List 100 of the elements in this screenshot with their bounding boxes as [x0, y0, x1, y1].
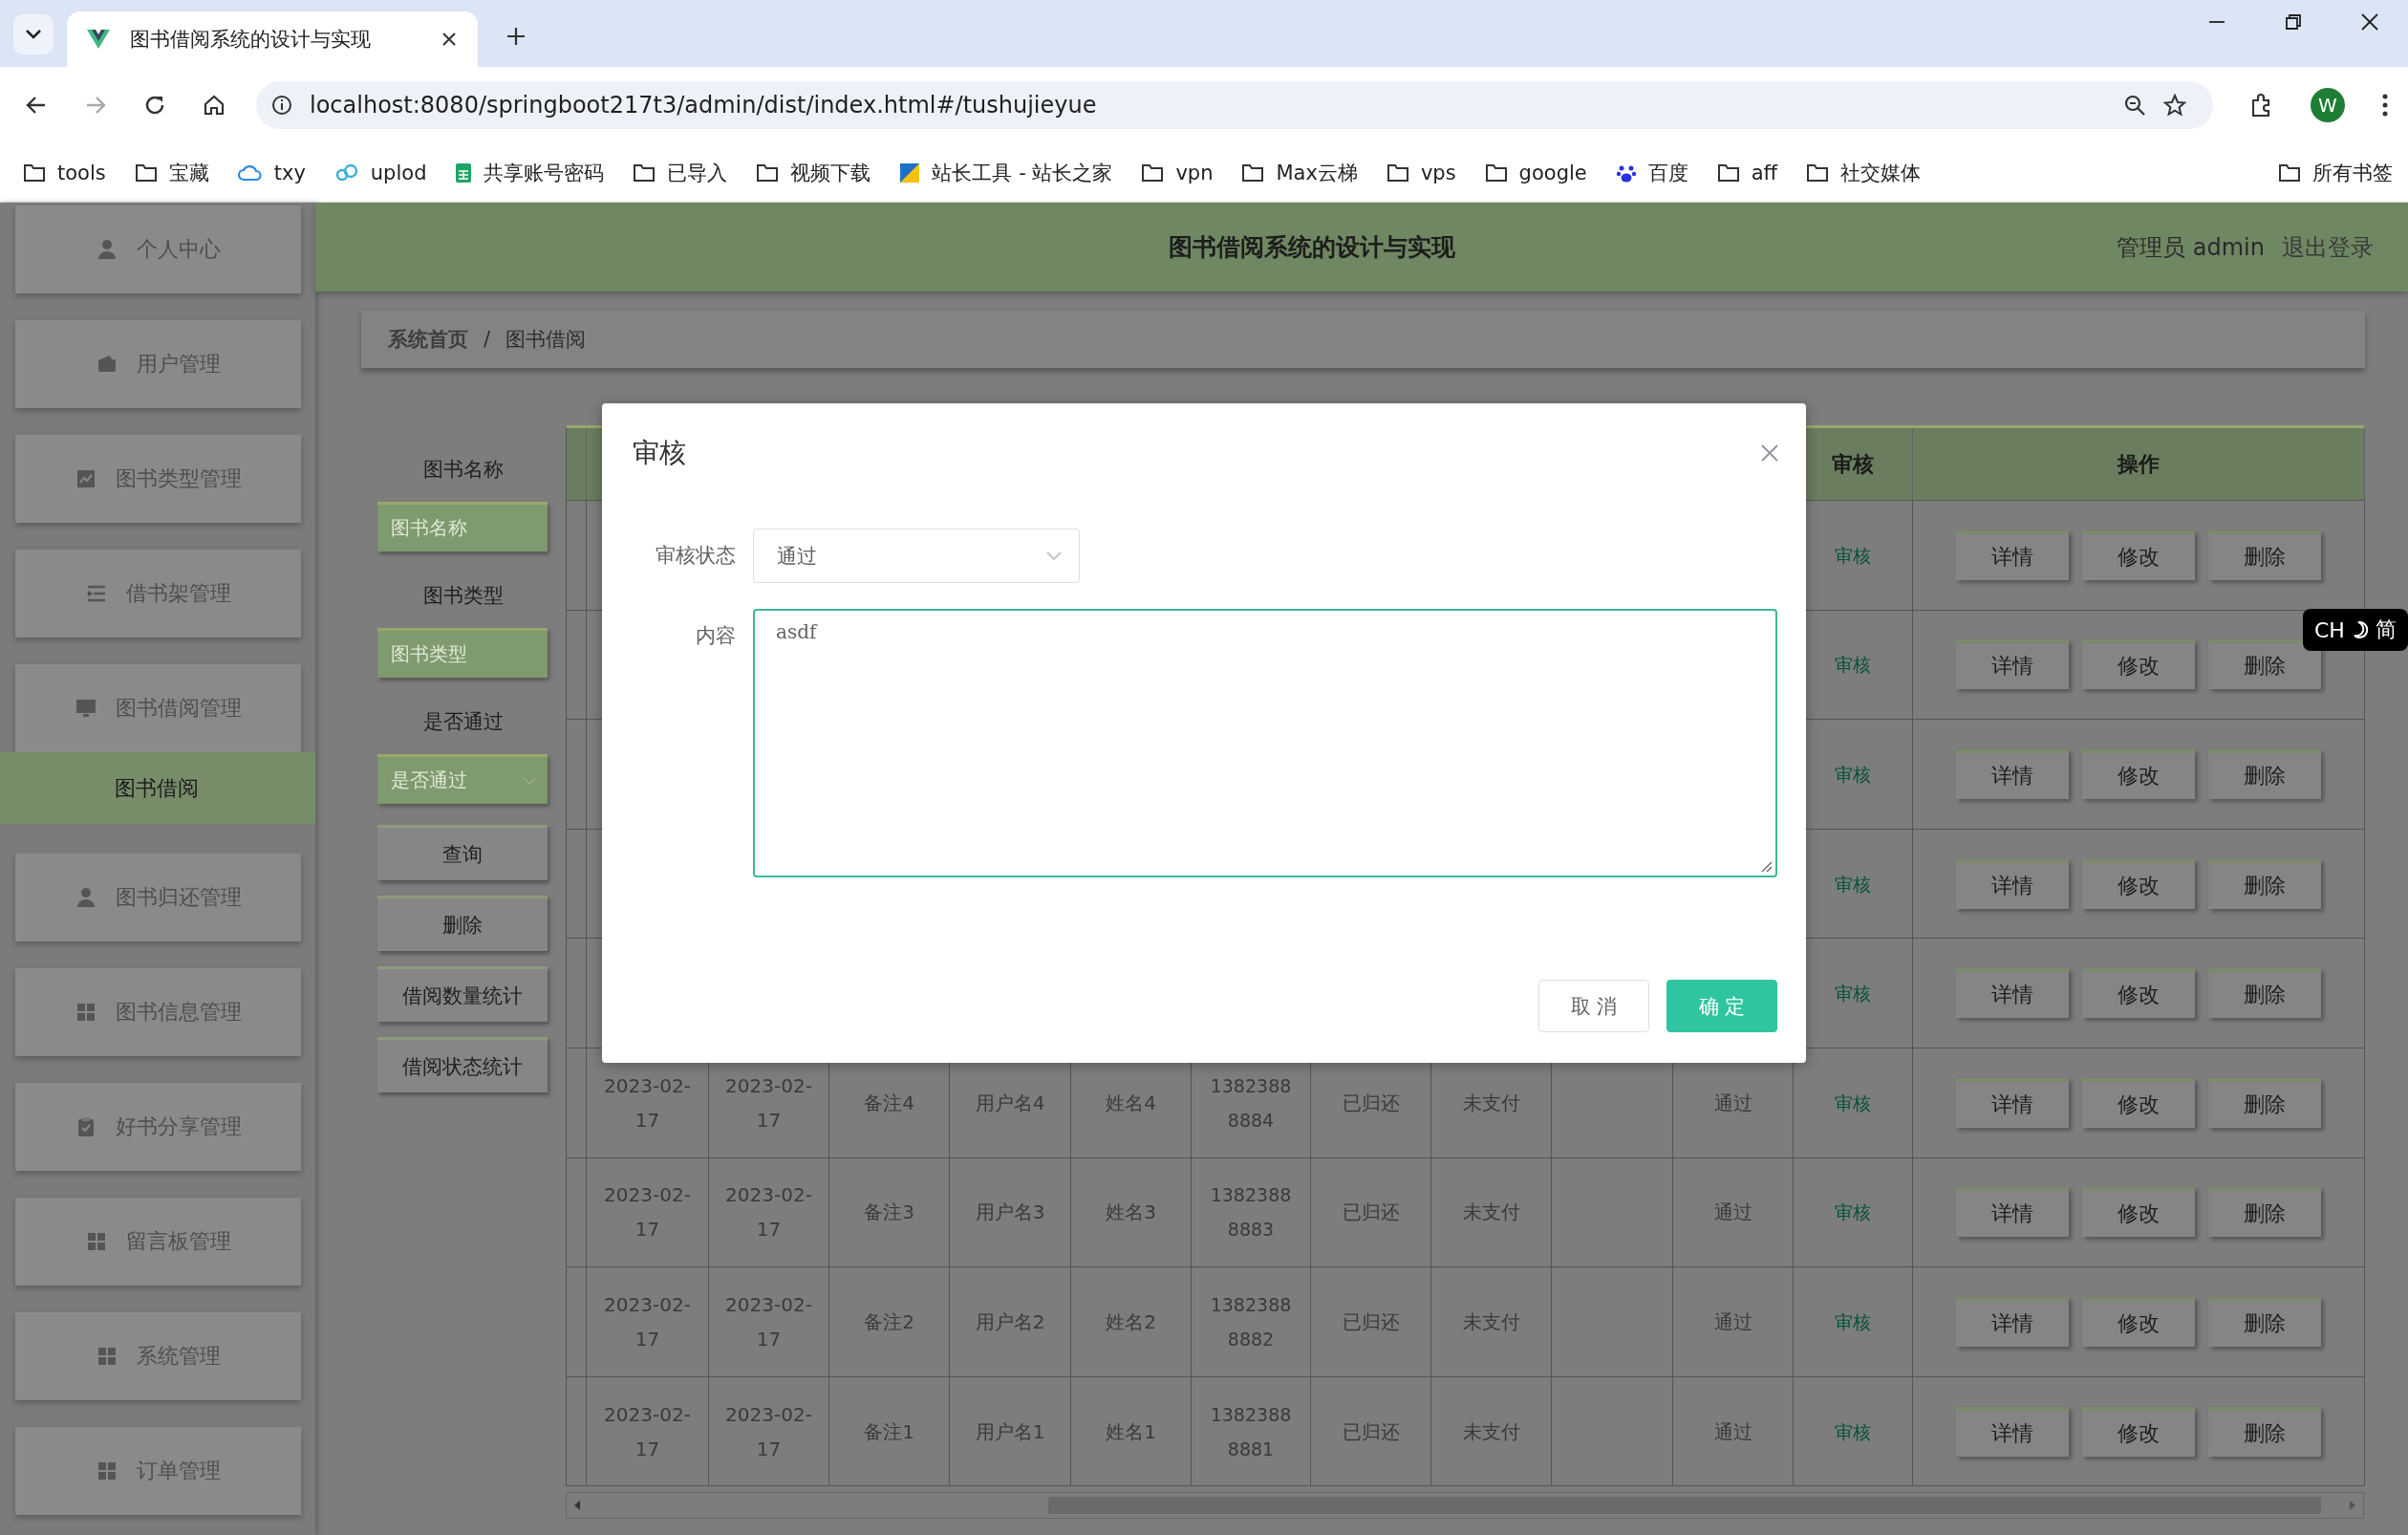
search-field[interactable]: 图书类型 [377, 628, 548, 678]
row-action-button[interactable]: 修改 [2082, 530, 2195, 580]
sidebar-item[interactable]: 图书归还管理 [15, 854, 301, 941]
bookmark[interactable]: tools [23, 161, 106, 184]
bookmark[interactable]: 宝藏 [134, 159, 209, 186]
row-action-button[interactable]: 详情 [1956, 749, 2069, 799]
action-button[interactable]: 删除 [377, 896, 548, 951]
bookmark[interactable]: 社交媒体 [1806, 159, 1922, 186]
sidebar-item[interactable]: 用户管理 [15, 320, 301, 408]
audit-link[interactable]: 审核 [1835, 1304, 1871, 1339]
search-field[interactable]: 图书名称 [377, 502, 548, 551]
row-action-button[interactable]: 删除 [2208, 530, 2321, 580]
profile-avatar[interactable]: W [2311, 88, 2345, 122]
bookmark[interactable]: 所有书签 [2278, 159, 2393, 186]
action-button[interactable]: 借阅数量统计 [377, 966, 548, 1022]
row-action-button[interactable]: 删除 [2208, 968, 2321, 1019]
zoom-icon[interactable] [2123, 94, 2146, 117]
browser-tab[interactable]: 图书借阅系统的设计与实现 [67, 11, 478, 67]
menu-icon[interactable] [2381, 93, 2389, 118]
content-field[interactable]: asdf [753, 609, 1777, 877]
row-action-button[interactable]: 详情 [1956, 858, 2069, 909]
bookmark[interactable]: 已导入 [633, 159, 728, 186]
close-icon[interactable] [441, 32, 457, 47]
row-action-button[interactable]: 修改 [2082, 1406, 2195, 1457]
bookmark[interactable]: 视频下载 [756, 159, 871, 186]
audit-link[interactable]: 审核 [1835, 537, 1871, 573]
row-action-button[interactable]: 删除 [2208, 1077, 2321, 1128]
action-button[interactable]: 借阅状态统计 [377, 1037, 548, 1092]
bookmark[interactable]: 百度 [1615, 159, 1688, 186]
ime-indicator[interactable]: CH 简 [2303, 609, 2408, 651]
sidebar-item[interactable]: 个人中心 [15, 205, 301, 293]
bookmark[interactable]: Max云梯 [1241, 159, 1358, 186]
sidebar-item[interactable]: 好书分享管理 [15, 1083, 301, 1171]
row-action-button[interactable]: 修改 [2082, 1077, 2195, 1128]
row-action-button[interactable]: 修改 [2082, 1187, 2195, 1238]
sidebar-item[interactable]: 留言板管理 [15, 1198, 301, 1286]
row-action-button[interactable]: 详情 [1956, 968, 2069, 1019]
row-action-button[interactable]: 修改 [2082, 1296, 2195, 1347]
audit-link[interactable]: 审核 [1835, 1414, 1871, 1449]
row-action-button[interactable]: 修改 [2082, 639, 2195, 690]
audit-link[interactable]: 审核 [1835, 1195, 1871, 1230]
bookmark[interactable]: 共享账号密码 [455, 159, 605, 186]
table-cell: 2023-02-17 [709, 1376, 829, 1487]
bookmark[interactable]: vpn [1141, 161, 1214, 184]
info-icon[interactable] [271, 95, 292, 116]
logout-link[interactable]: 退出登录 [2282, 231, 2374, 263]
row-action-button[interactable]: 删除 [2208, 1187, 2321, 1238]
audit-link[interactable]: 审核 [1835, 757, 1871, 791]
select-field[interactable]: 是否通过 [377, 754, 548, 804]
sidebar-item[interactable]: 图书类型管理 [15, 435, 301, 523]
breadcrumb-link[interactable]: 系统首页 [388, 326, 468, 353]
audit-link[interactable]: 审核 [1835, 647, 1871, 682]
row-action-button[interactable]: 详情 [1956, 1077, 2069, 1128]
row-action-button[interactable]: 删除 [2208, 1406, 2321, 1457]
row-action-button[interactable]: 删除 [2208, 639, 2321, 690]
status-select[interactable]: 通过 [753, 529, 1080, 583]
bookmark[interactable]: uplod [333, 161, 427, 184]
sidebar-item[interactable]: 图书信息管理 [15, 968, 301, 1056]
row-action-button[interactable]: 删除 [2208, 1296, 2321, 1347]
row-action-button[interactable]: 修改 [2082, 968, 2195, 1019]
row-action-button[interactable]: 详情 [1956, 1406, 2069, 1457]
audit-link[interactable]: 审核 [1835, 1085, 1871, 1120]
sidebar-item[interactable]: 系统管理 [15, 1312, 301, 1400]
table-cell: 未支付 [1431, 1157, 1552, 1268]
wallet-icon [96, 354, 118, 375]
close-icon[interactable] [2360, 12, 2379, 32]
row-action-button[interactable]: 详情 [1956, 1296, 2069, 1347]
sidebar-item[interactable]: 借书架管理 [15, 550, 301, 638]
home-icon[interactable] [203, 94, 226, 117]
breadcrumb-link[interactable]: 图书借阅 [505, 326, 587, 353]
folder-icon [756, 162, 780, 183]
address-bar[interactable]: localhost:8080/springboot217t3/admin/dist/index.html#/tushujieyue [256, 81, 2213, 129]
bookmark[interactable]: aff [1716, 161, 1778, 184]
star-icon[interactable] [2163, 94, 2186, 117]
row-action-button[interactable]: 删除 [2208, 749, 2321, 799]
bookmark[interactable]: 站长工具 - 站长之家 [899, 159, 1113, 186]
row-action-button[interactable]: 详情 [1956, 1187, 2069, 1238]
audit-link[interactable]: 审核 [1835, 976, 1871, 1011]
row-action-button[interactable]: 详情 [1956, 530, 2069, 580]
scroll-left-icon[interactable] [572, 1500, 582, 1512]
sidebar-item[interactable]: 订单管理 [15, 1427, 301, 1515]
bookmark[interactable]: google [1484, 161, 1587, 184]
sidebar-subitem[interactable]: 图书借阅 [0, 752, 315, 824]
sidebar-item[interactable]: 图书借阅管理 [15, 664, 301, 752]
row-action-button[interactable]: 修改 [2082, 749, 2195, 799]
bookmark[interactable]: txy [237, 161, 306, 184]
restore-icon[interactable] [2284, 12, 2303, 32]
row-action-button[interactable]: 详情 [1956, 639, 2069, 690]
bookmark[interactable]: vps [1386, 161, 1456, 184]
table-cell: 姓名3 [1071, 1157, 1192, 1268]
row-action-button[interactable]: 删除 [2208, 858, 2321, 909]
horizontal-scrollbar[interactable] [566, 1492, 2364, 1520]
action-button[interactable]: 查询 [377, 825, 548, 880]
audit-link[interactable]: 审核 [1835, 866, 1871, 901]
reload-icon[interactable] [143, 94, 166, 117]
tab-list-button[interactable] [13, 14, 54, 54]
new-tab-icon[interactable] [506, 27, 526, 46]
resize-handle-icon[interactable] [1759, 859, 1773, 873]
row-action-button[interactable]: 修改 [2082, 858, 2195, 909]
cancel-button[interactable]: 取消 [1538, 980, 1649, 1032]
